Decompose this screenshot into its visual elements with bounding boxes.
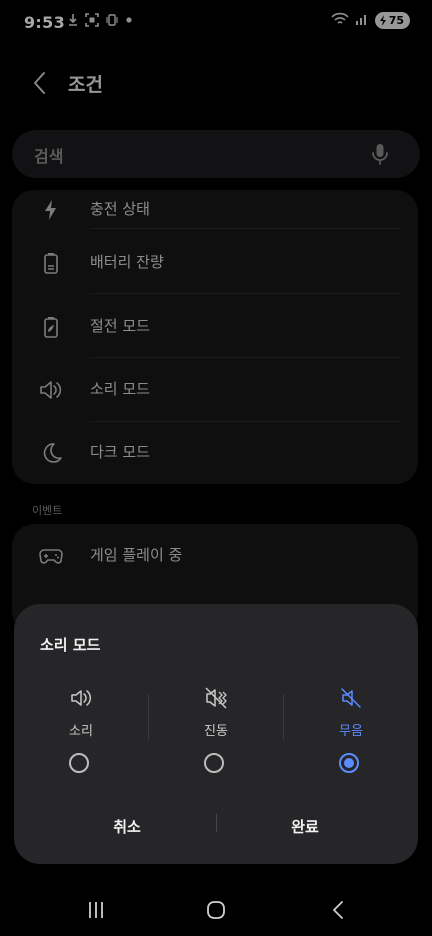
sound-mode-dialog: 소리 모드 소리 진동 무음 취소 완료 xyxy=(14,604,418,864)
vibrate-off-icon xyxy=(204,686,228,710)
option-mute[interactable]: 무음 xyxy=(284,682,418,792)
option-label: 소리 xyxy=(69,724,93,739)
radio-vibrate[interactable] xyxy=(204,753,224,773)
radio-sound[interactable] xyxy=(69,753,89,773)
recent-apps-icon xyxy=(89,902,103,918)
cancel-button[interactable]: 취소 xyxy=(32,810,222,844)
dialog-title: 소리 모드 xyxy=(40,636,101,654)
back-icon xyxy=(333,901,343,919)
navigation-bar xyxy=(0,884,432,936)
mute-icon xyxy=(339,686,363,710)
option-vibrate[interactable]: 진동 xyxy=(149,682,283,792)
home-icon xyxy=(207,901,225,919)
recent-apps-button[interactable] xyxy=(82,896,110,924)
radio-mute[interactable] xyxy=(339,753,359,773)
option-sound[interactable]: 소리 xyxy=(14,682,148,792)
done-button[interactable]: 완료 xyxy=(210,810,400,844)
option-label: 무음 xyxy=(339,724,363,739)
back-nav-button[interactable] xyxy=(324,896,352,924)
option-label: 진동 xyxy=(204,724,228,739)
speaker-icon xyxy=(69,686,93,710)
home-button[interactable] xyxy=(202,896,230,924)
